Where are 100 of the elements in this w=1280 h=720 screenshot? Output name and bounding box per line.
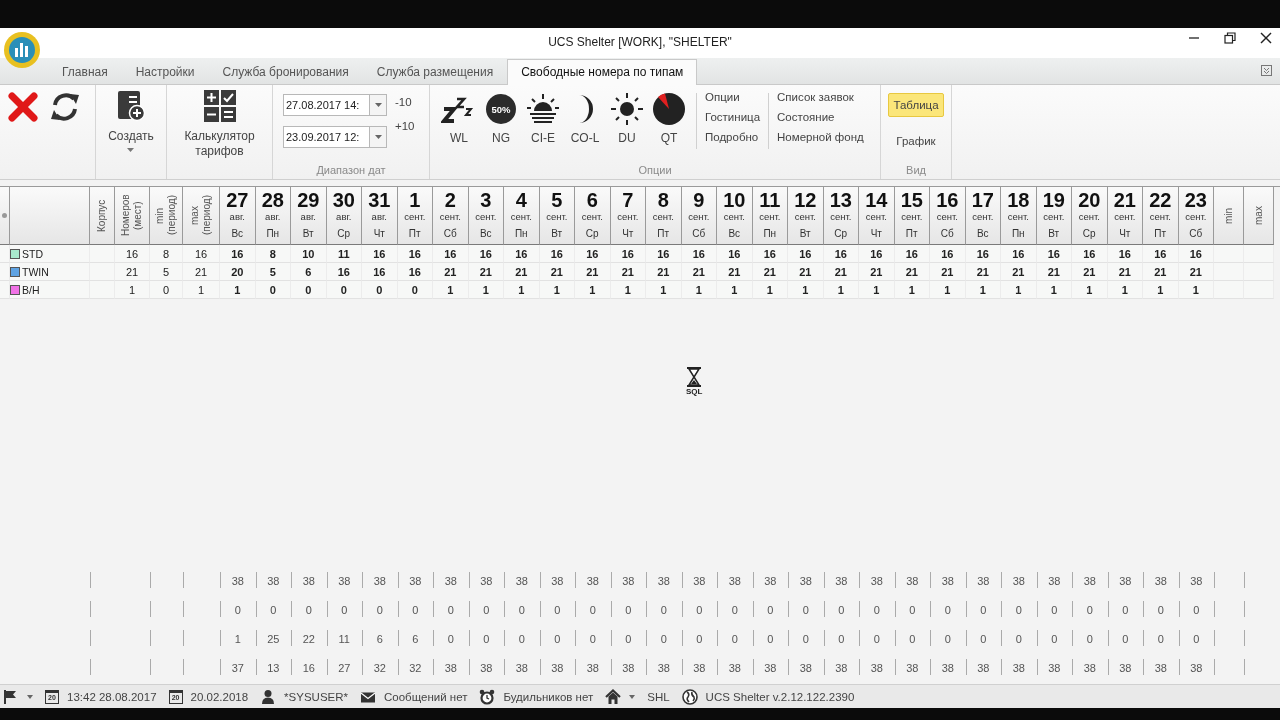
table-cell: 5 [255, 263, 291, 281]
weekday-label: Вт [799, 228, 811, 240]
total-cell: 0 [859, 595, 895, 624]
table-cell: 1 [1178, 281, 1214, 299]
small-square-icon[interactable] [1261, 65, 1272, 76]
total-cell: 0 [504, 624, 540, 653]
option-toggle[interactable]: DU [606, 85, 648, 145]
total-cell: 0 [1107, 595, 1143, 624]
total-cell: 0 [397, 595, 433, 624]
option-link[interactable]: Состояние [777, 111, 864, 123]
table-cell: 1 [1001, 281, 1037, 299]
option-link[interactable]: Список заявок [777, 91, 864, 103]
tab[interactable]: Служба размещения [362, 59, 508, 84]
month-label: сент. [404, 211, 426, 223]
table-cell: 21 [1001, 263, 1037, 281]
caret-icon [127, 148, 135, 152]
home-icon[interactable] [605, 688, 622, 705]
day-number: 3 [480, 189, 492, 211]
option-link[interactable]: Номерной фонд [777, 131, 864, 143]
option-toggle[interactable]: 50% NG [480, 85, 522, 145]
weekday-label: Пн [1011, 228, 1025, 240]
total-cell: 38 [894, 653, 930, 682]
day-number: 5 [551, 189, 563, 211]
month-label: авг. [229, 211, 245, 223]
table-cell: 16 [859, 245, 895, 263]
total-cell: 0 [1107, 624, 1143, 653]
status-text: 13:42 28.08.2017 [67, 690, 157, 703]
total-cell: 0 [930, 595, 966, 624]
option-link[interactable]: Подробно [705, 131, 761, 143]
day-number: 6 [586, 189, 598, 211]
total-cell: 38 [1107, 653, 1143, 682]
total-cell: 38 [717, 566, 753, 595]
tab[interactable]: Служба бронирования [208, 59, 363, 84]
table-cell: 1 [788, 281, 824, 299]
table-cell: 8 [150, 245, 183, 263]
caret-icon[interactable] [27, 694, 33, 699]
refresh-icon[interactable] [49, 91, 81, 123]
table-cell: 16 [1001, 245, 1037, 263]
close-icon[interactable] [1260, 32, 1272, 44]
room-type-name: TWIN [22, 264, 49, 280]
option-link[interactable]: Опции [705, 91, 761, 103]
delete-icon[interactable] [7, 91, 39, 123]
table-cell: 0 [291, 281, 327, 299]
table-cell: 21 [823, 263, 859, 281]
total-cell: 0 [1178, 595, 1214, 624]
weekday-label: Пт [408, 228, 421, 240]
table-cell: 21 [894, 263, 930, 281]
weekday-label: Ср [585, 228, 599, 240]
date-field[interactable]: 23.09.2017 12: [283, 126, 369, 148]
total-cell: 0 [326, 595, 362, 624]
option-toggle[interactable]: WL [438, 85, 480, 145]
total-cell: 22 [291, 624, 327, 653]
status-text: SHL [647, 690, 670, 703]
table-cell: 16 [752, 245, 788, 263]
weekday-label: Вт [302, 228, 314, 240]
table-cell: 1 [930, 281, 966, 299]
table-cell: 16 [1072, 245, 1108, 263]
caret-icon[interactable] [629, 694, 636, 699]
weekday-label: Вс [728, 228, 741, 240]
total-cell: 0 [220, 595, 256, 624]
total-cell: 0 [504, 595, 540, 624]
option-toggle[interactable]: CO-L [564, 85, 606, 145]
tab[interactable]: Настройки [121, 59, 209, 84]
date-field[interactable]: 27.08.2017 14: [283, 94, 369, 116]
day-number: 1 [409, 189, 421, 211]
dropdown-button[interactable] [369, 94, 387, 116]
month-label: сент. [1149, 211, 1171, 223]
month-label: сент. [1114, 211, 1136, 223]
month-label: сент. [865, 211, 887, 223]
total-cell: 0 [752, 595, 788, 624]
shift-button[interactable]: +10 [395, 120, 415, 132]
option-link[interactable]: Гостиница [705, 111, 761, 123]
calculator-button[interactable]: Калькулятор тарифов [174, 85, 265, 159]
shift-button[interactable]: -10 [395, 96, 415, 108]
view-button[interactable]: График [891, 129, 941, 153]
group-label: Опции [637, 163, 673, 178]
total-cell: 0 [1143, 595, 1179, 624]
month-label: сент. [1185, 211, 1207, 223]
total-cell: 0 [823, 595, 859, 624]
table-cell: 21 [575, 263, 611, 281]
dropdown-button[interactable] [369, 126, 387, 148]
total-cell: 38 [291, 566, 327, 595]
total-cell: 38 [859, 566, 895, 595]
option-toggle[interactable]: CI-E [522, 85, 564, 145]
option-toggle[interactable]: QT [648, 85, 690, 145]
total-cell: 38 [965, 566, 1001, 595]
table-cell: 21 [1072, 263, 1108, 281]
flag-icon[interactable] [3, 688, 19, 705]
month-label: сент. [581, 211, 603, 223]
tab[interactable]: Свободные номера по типам [507, 59, 698, 85]
create-button[interactable]: Создать [108, 85, 154, 152]
table-cell: 10 [291, 245, 327, 263]
total-cell: 37 [220, 653, 256, 682]
weekday-label: Ср [834, 228, 848, 240]
table-cell: 1 [894, 281, 930, 299]
restore-icon[interactable] [1224, 32, 1236, 44]
tab[interactable]: Главная [48, 59, 122, 84]
view-button[interactable]: Таблица [888, 93, 944, 117]
total-cell: 0 [823, 624, 859, 653]
day-number: 20 [1078, 189, 1101, 211]
